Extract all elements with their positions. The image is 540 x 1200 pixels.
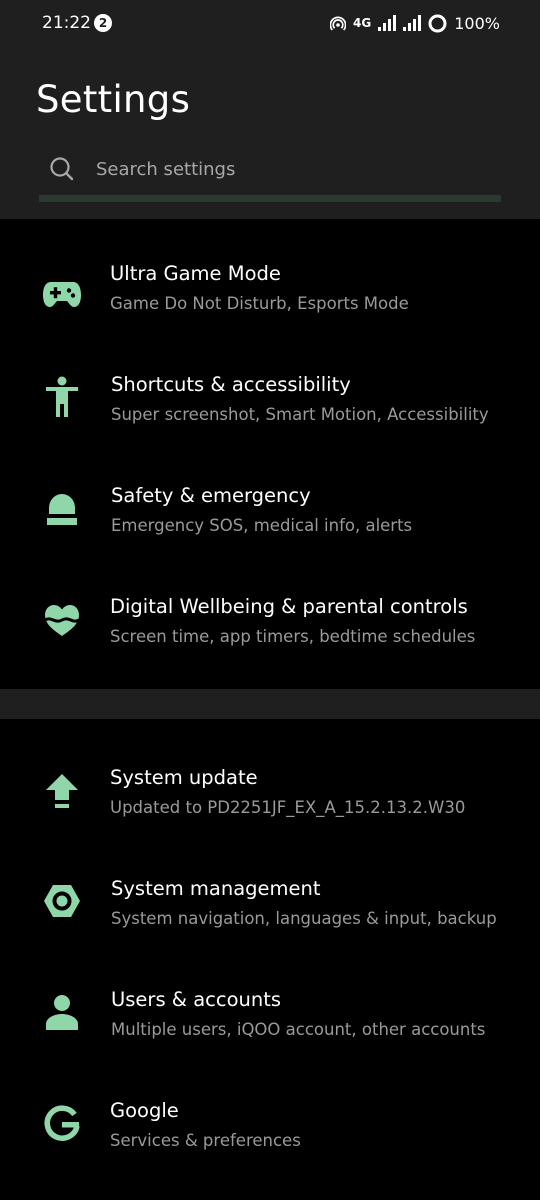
settings-item-system-update[interactable]: System update Updated to PD2251JF_EX_A_1… — [0, 766, 540, 866]
item-subtitle: System navigation, languages & input, ba… — [111, 909, 497, 928]
status-bar: 21:22 2 4G 100% — [0, 0, 540, 48]
page-title: Settings — [36, 78, 191, 121]
item-title: Google — [110, 1099, 179, 1122]
accessibility-icon — [40, 375, 84, 419]
status-indicators: 4G 100% — [330, 12, 500, 34]
settings-item-system-management[interactable]: System management System navigation, lan… — [0, 877, 540, 977]
item-subtitle: Game Do Not Disturb, Esports Mode — [110, 294, 409, 313]
item-title: Users & accounts — [111, 988, 282, 1011]
item-subtitle: Screen time, app timers, bedtime schedul… — [110, 627, 476, 646]
search-bar[interactable] — [39, 142, 501, 202]
item-title: Digital Wellbeing & parental controls — [110, 595, 468, 618]
settings-item-google[interactable]: Google Services & preferences — [0, 1099, 540, 1199]
heart-icon — [40, 598, 84, 642]
notification-count-badge: 2 — [94, 14, 112, 32]
item-title: Shortcuts & accessibility — [111, 373, 351, 396]
battery-percentage: 100% — [454, 13, 500, 33]
settings-item-users-accounts[interactable]: Users & accounts Multiple users, iQOO ac… — [0, 988, 540, 1088]
item-title: Ultra Game Mode — [110, 262, 281, 285]
item-subtitle: Multiple users, iQOO account, other acco… — [111, 1020, 486, 1039]
signal-strength-icon — [378, 15, 397, 31]
gamepad-icon — [40, 272, 84, 316]
status-time: 21:22 — [42, 13, 91, 33]
item-subtitle: Updated to PD2251JF_EX_A_15.2.13.2.W30 — [110, 798, 466, 817]
settings-header: 21:22 2 4G 100% Settings Search settings — [0, 0, 540, 219]
emergency-light-icon — [40, 487, 84, 531]
network-type-label: 4G — [353, 16, 372, 30]
hexagon-nut-icon — [40, 879, 84, 923]
settings-item-safety-emergency[interactable]: Safety & emergency Emergency SOS, medica… — [0, 484, 540, 584]
group-divider — [0, 689, 540, 719]
settings-item-digital-wellbeing[interactable]: Digital Wellbeing & parental controls Sc… — [0, 595, 540, 695]
search-icon — [49, 156, 75, 187]
google-g-icon — [40, 1102, 84, 1146]
item-subtitle: Services & preferences — [110, 1131, 301, 1150]
signal-strength-icon — [403, 15, 422, 31]
settings-item-shortcuts-accessibility[interactable]: Shortcuts & accessibility Super screensh… — [0, 373, 540, 473]
battery-ring-icon — [428, 14, 447, 33]
system-update-icon — [40, 769, 84, 813]
search-input[interactable] — [96, 155, 476, 183]
hotspot-icon — [330, 15, 347, 31]
item-title: System update — [110, 766, 258, 789]
item-subtitle: Super screenshot, Smart Motion, Accessib… — [111, 405, 489, 424]
item-title: Safety & emergency — [111, 484, 311, 507]
settings-item-ultra-game-mode[interactable]: Ultra Game Mode Game Do Not Disturb, Esp… — [0, 262, 540, 362]
item-subtitle: Emergency SOS, medical info, alerts — [111, 516, 413, 535]
person-icon — [40, 990, 84, 1034]
item-title: System management — [111, 877, 321, 900]
